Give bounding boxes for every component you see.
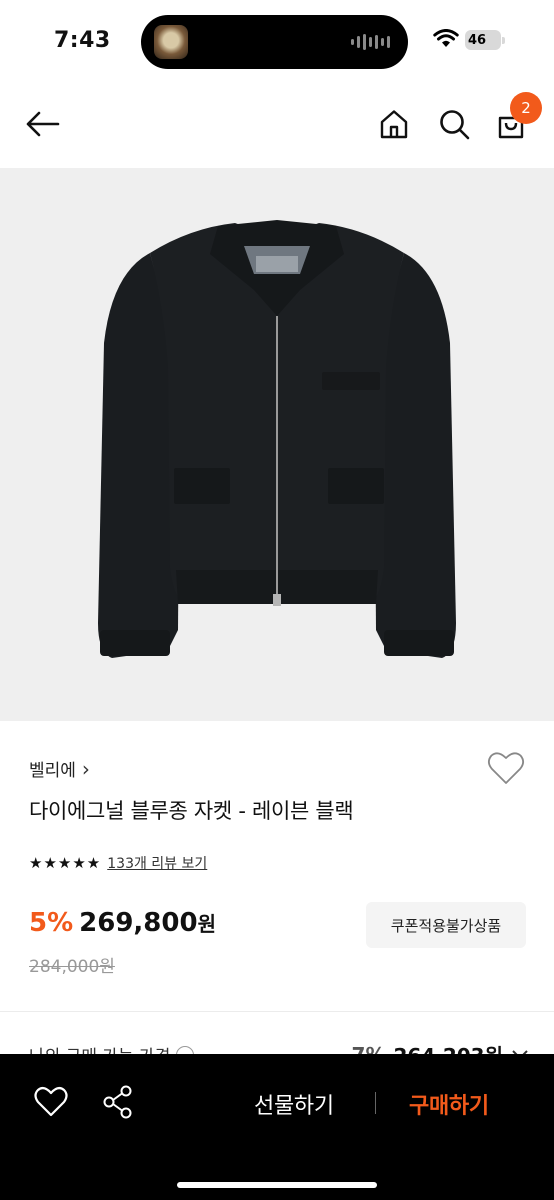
price-row: 5% 269,800 원 [29, 908, 216, 938]
battery-level: 46 [468, 32, 487, 48]
wishlist-button[interactable] [487, 750, 525, 786]
home-indicator[interactable] [177, 1182, 377, 1188]
search-icon [440, 110, 470, 140]
status-bar: 7:43 46 [0, 0, 554, 84]
product-title: 다이에그널 블루종 자켓 - 레이븐 블랙 [29, 799, 354, 823]
my-purchase-price-row[interactable]: 나의 구매 가능 가격 7% 264,203원 [29, 1040, 529, 1054]
my-price-rate: 7% [352, 1043, 386, 1055]
discount-rate: 5% [29, 908, 74, 938]
now-playing-artwork [154, 25, 188, 59]
cart-count-badge[interactable]: 2 [510, 92, 542, 124]
app-header [0, 84, 554, 168]
battery-indicator: 46 [465, 30, 501, 50]
review-link[interactable]: 133개 리뷰 보기 [107, 853, 207, 873]
search-button[interactable] [434, 104, 474, 144]
my-price-amount: 264,203원 [394, 1040, 504, 1054]
battery-tip [502, 37, 505, 44]
coupon-status-button[interactable]: 쿠폰적용불가상품 [366, 902, 526, 948]
gift-button[interactable]: 선물하기 [254, 1088, 334, 1120]
share-icon [103, 1085, 132, 1119]
dynamic-island[interactable] [141, 15, 408, 69]
wifi-icon [433, 29, 459, 47]
product-image[interactable] [0, 168, 554, 721]
my-price-label: 나의 구매 가능 가격 [29, 1042, 170, 1054]
brand-link[interactable]: 벨리에 › [29, 756, 90, 782]
price-unit: 원 [197, 912, 216, 936]
audio-waveform-icon [351, 33, 390, 51]
bottom-wishlist-button[interactable] [33, 1084, 69, 1120]
home-button[interactable] [374, 104, 414, 144]
bottom-action-bar: 선물하기 구매하기 [0, 1054, 554, 1200]
heart-outline-icon [487, 752, 525, 784]
original-price: 284,000원 [29, 957, 115, 977]
heart-outline-icon [34, 1086, 68, 1117]
buy-button[interactable]: 구매하기 [409, 1088, 489, 1120]
sale-price: 269,800 [79, 908, 198, 938]
home-icon [380, 110, 408, 139]
jacket-illustration [98, 220, 456, 658]
section-divider [0, 1011, 554, 1012]
button-separator [375, 1092, 376, 1114]
arrow-left-icon [26, 111, 60, 137]
chevron-right-icon: › [81, 756, 90, 781]
back-button[interactable] [22, 104, 62, 144]
rating-row: ★★★★★ 133개 리뷰 보기 [29, 853, 207, 873]
brand-name: 벨리에 [29, 761, 76, 781]
star-rating-icon: ★★★★★ [29, 854, 102, 872]
help-circle-icon[interactable] [176, 1045, 195, 1054]
share-button[interactable] [100, 1084, 136, 1120]
status-time: 7:43 [54, 28, 111, 53]
